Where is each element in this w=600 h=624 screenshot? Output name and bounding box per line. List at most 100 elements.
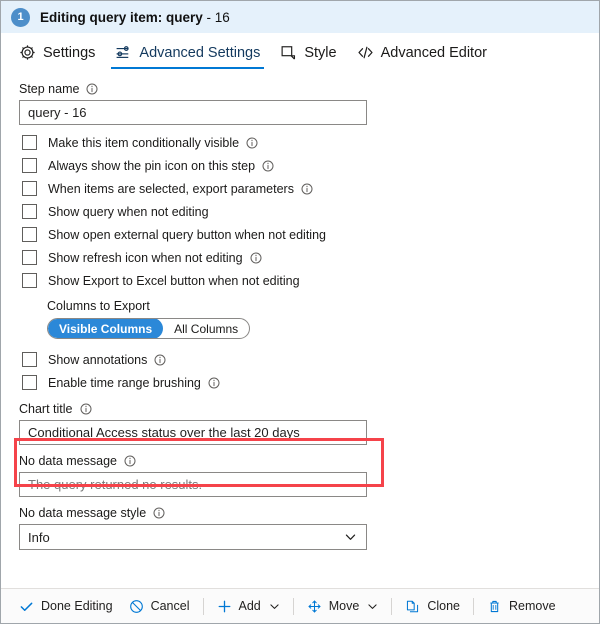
chart-title-label: Chart title xyxy=(19,402,73,416)
checkbox-row-show-refresh-icon[interactable]: Show refresh icon when not editing xyxy=(22,246,599,269)
move-label: Move xyxy=(328,599,360,613)
checkbox-box[interactable] xyxy=(22,204,37,219)
no-data-message-style-label-row: No data message style xyxy=(19,506,599,520)
code-brackets-icon xyxy=(357,44,374,61)
tab-advanced-settings[interactable]: Advanced Settings xyxy=(105,33,270,72)
edit-query-item-panel: 1 Editing query item: query - 16 Setting… xyxy=(0,0,600,624)
info-icon[interactable] xyxy=(154,354,166,366)
done-editing-label: Done Editing xyxy=(41,599,113,613)
trash-icon xyxy=(487,599,502,614)
checkbox-label: Show open external query button when not… xyxy=(48,227,326,242)
settings-form: Step name Make this item conditionally v… xyxy=(1,82,599,550)
tab-style-label: Style xyxy=(304,44,337,61)
toolbar-separator xyxy=(202,597,204,615)
checkbox-row-show-query[interactable]: Show query when not editing xyxy=(22,200,599,223)
sliders-icon xyxy=(115,44,132,61)
pill-visible-columns[interactable]: Visible Columns xyxy=(48,319,164,338)
checkbox-row-time-range-brushing[interactable]: Enable time range brushing xyxy=(22,371,599,394)
checkbox-box[interactable] xyxy=(22,158,37,173)
chevron-down-icon xyxy=(344,531,357,544)
info-icon[interactable] xyxy=(124,455,136,467)
no-data-message-label: No data message xyxy=(19,454,117,468)
no-data-message-input[interactable] xyxy=(19,472,367,497)
done-editing-button[interactable]: Done Editing xyxy=(11,593,121,619)
tab-advanced-editor[interactable]: Advanced Editor xyxy=(347,33,497,72)
step-name-input[interactable] xyxy=(19,100,367,125)
no-data-message-label-row: No data message xyxy=(19,454,599,468)
checkbox-box[interactable] xyxy=(22,375,37,390)
step-number-badge: 1 xyxy=(11,7,30,27)
toolbar-separator xyxy=(292,597,294,615)
copy-icon xyxy=(405,599,420,614)
checkbox-label: Make this item conditionally visible xyxy=(48,135,240,150)
page-title-main: Editing query item: query xyxy=(40,9,203,25)
checkbox-box[interactable] xyxy=(22,181,37,196)
checkbox-label: When items are selected, export paramete… xyxy=(48,181,294,196)
info-icon[interactable] xyxy=(250,252,262,264)
tab-settings[interactable]: Settings xyxy=(9,33,105,72)
chevron-down-icon[interactable] xyxy=(269,601,280,612)
info-icon[interactable] xyxy=(80,403,92,415)
checkbox-row-export-to-excel[interactable]: Show Export to Excel button when not edi… xyxy=(22,269,599,292)
checkbox-label: Show refresh icon when not editing xyxy=(48,250,243,265)
toolbar-separator xyxy=(473,597,474,615)
checkbox-row-conditionally-visible[interactable]: Make this item conditionally visible xyxy=(22,131,599,154)
chevron-down-icon[interactable] xyxy=(367,601,378,612)
checkbox-box[interactable] xyxy=(22,273,37,288)
move-arrows-icon xyxy=(307,599,322,614)
gear-icon xyxy=(19,44,36,61)
info-icon[interactable] xyxy=(153,507,165,519)
toolbar-separator xyxy=(391,597,393,615)
checkbox-box[interactable] xyxy=(22,227,37,242)
tab-advanced-settings-label: Advanced Settings xyxy=(139,44,261,61)
columns-to-export-label: Columns to Export xyxy=(47,299,150,313)
checkbox-label: Show annotations xyxy=(48,352,148,367)
tab-advanced-editor-label: Advanced Editor xyxy=(380,44,487,61)
pill-all-columns[interactable]: All Columns xyxy=(163,319,249,338)
step-name-label-row: Step name xyxy=(19,82,599,96)
info-icon[interactable] xyxy=(262,160,274,172)
remove-button[interactable]: Remove xyxy=(479,593,564,619)
step-name-label: Step name xyxy=(19,82,80,96)
no-data-message-style-value: Info xyxy=(28,529,50,545)
tab-settings-label: Settings xyxy=(43,44,96,61)
info-icon[interactable] xyxy=(86,83,98,95)
chart-title-input[interactable] xyxy=(19,420,367,445)
columns-to-export-toggle-group: Visible Columns All Columns xyxy=(47,318,251,339)
checkbox-label: Show Export to Excel button when not edi… xyxy=(48,273,300,288)
clone-label: Clone xyxy=(427,599,460,613)
checkbox-row-export-parameters[interactable]: When items are selected, export paramete… xyxy=(22,177,599,200)
checkmark-icon xyxy=(19,599,34,614)
checkbox-label: Always show the pin icon on this step xyxy=(48,158,256,173)
bottom-toolbar: Done Editing Cancel Add Move Clone Remov… xyxy=(1,588,599,623)
cancel-label: Cancel xyxy=(150,599,190,613)
add-button[interactable]: Add xyxy=(209,593,288,619)
checkbox-label: Enable time range brushing xyxy=(48,375,201,390)
info-icon[interactable] xyxy=(301,183,313,195)
info-icon[interactable] xyxy=(208,377,220,389)
add-label: Add xyxy=(238,599,261,613)
no-data-message-style-label: No data message style xyxy=(19,506,147,520)
checkbox-box[interactable] xyxy=(22,250,37,265)
cancel-button[interactable]: Cancel xyxy=(121,593,198,619)
checkbox-label: Show query when not editing xyxy=(48,204,209,219)
panel-header: 1 Editing query item: query - 16 xyxy=(1,1,599,33)
remove-label: Remove xyxy=(509,599,556,613)
page-title: Editing query item: query - 16 xyxy=(40,10,230,25)
checkbox-row-show-annotations[interactable]: Show annotations xyxy=(22,348,599,371)
no-data-message-style-select[interactable]: Info xyxy=(19,524,367,550)
chart-title-label-row: Chart title xyxy=(19,402,599,416)
move-button[interactable]: Move xyxy=(299,593,387,619)
page-title-suffix: - 16 xyxy=(202,9,230,25)
plus-icon xyxy=(217,599,232,614)
style-square-icon xyxy=(280,44,297,61)
info-icon[interactable] xyxy=(246,137,258,149)
checkbox-box[interactable] xyxy=(22,352,37,367)
checkbox-row-always-show-pin[interactable]: Always show the pin icon on this step xyxy=(22,154,599,177)
clone-button[interactable]: Clone xyxy=(397,593,468,619)
tab-style[interactable]: Style xyxy=(270,33,346,72)
checkbox-box[interactable] xyxy=(22,135,37,150)
checkbox-row-open-external-query[interactable]: Show open external query button when not… xyxy=(22,223,599,246)
block-icon xyxy=(129,599,144,614)
tab-bar: Settings Advanced Settings Style Advance… xyxy=(1,33,599,72)
